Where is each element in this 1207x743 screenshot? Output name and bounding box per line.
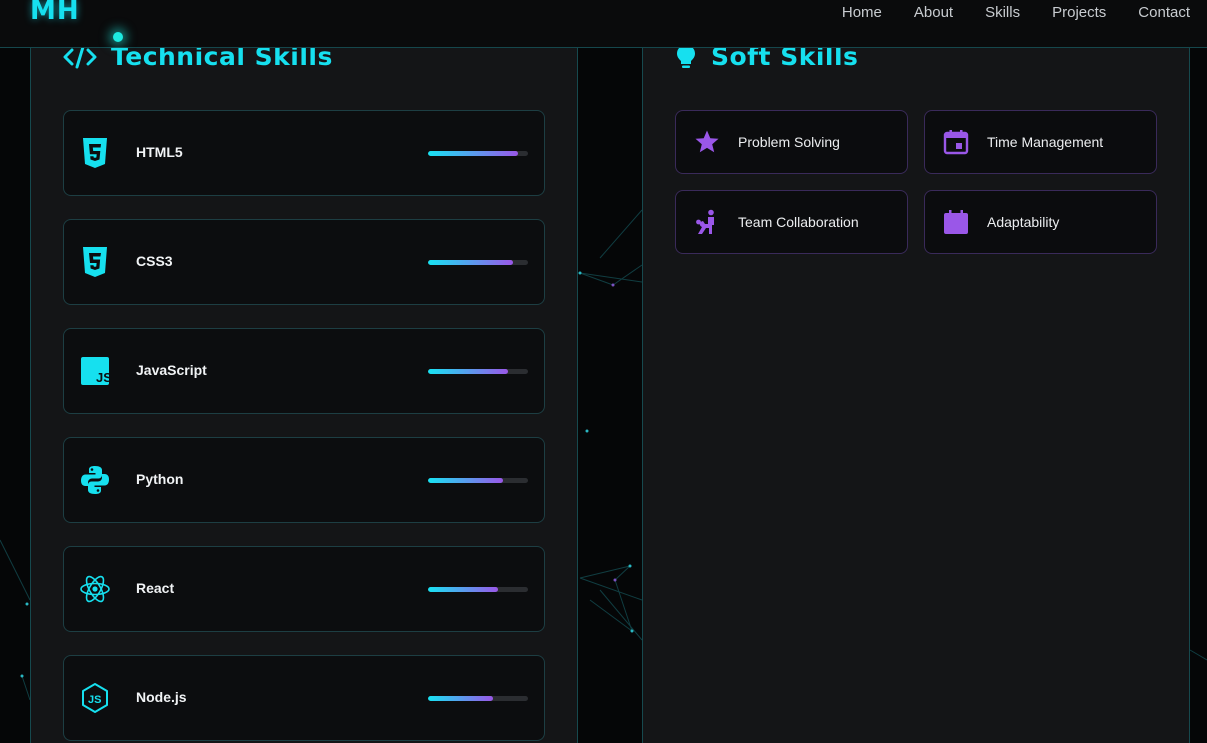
- javascript-icon: JS: [81, 357, 110, 385]
- soft-skills-panel: Soft Skills Problem Solving Time Managem…: [642, 42, 1190, 743]
- site-logo[interactable]: MH: [30, 0, 80, 26]
- soft-skill-time-management[interactable]: Time Management: [924, 110, 1157, 174]
- nodejs-icon: JS: [82, 683, 108, 713]
- skill-progress-fill: [428, 478, 503, 483]
- skill-name: Node.js: [136, 689, 187, 705]
- skill-card-python[interactable]: Python: [63, 437, 545, 523]
- svg-text:JS: JS: [88, 694, 101, 706]
- nav-about[interactable]: About: [914, 4, 953, 21]
- skill-card-nodejs[interactable]: JS Node.js: [63, 655, 545, 741]
- glow-dot: [113, 32, 123, 42]
- react-icon: [80, 575, 110, 603]
- skill-progress-fill: [428, 151, 518, 156]
- nav-home[interactable]: Home: [842, 4, 882, 21]
- nav-projects[interactable]: Projects: [1052, 4, 1106, 21]
- skill-progress-fill: [428, 696, 493, 701]
- skill-progress-fill: [428, 369, 508, 374]
- skill-card-react[interactable]: React: [63, 546, 545, 632]
- svg-text:JS: JS: [96, 370, 110, 385]
- skill-progress-fill: [428, 260, 513, 265]
- soft-skill-name: Adaptability: [987, 214, 1060, 230]
- skill-name: Python: [136, 471, 184, 487]
- top-navbar: MH Home About Skills Projects Contact: [0, 0, 1207, 48]
- skill-name: HTML5: [136, 144, 183, 160]
- html5-icon: [83, 138, 107, 168]
- calendar-blank-icon: [944, 210, 968, 234]
- team-icon: [696, 209, 714, 234]
- technical-skills-panel: Technical Skills HTML5 CSS3 JS JavaScrip…: [30, 42, 578, 743]
- nav-contact[interactable]: Contact: [1138, 4, 1190, 21]
- soft-skill-name: Team Collaboration: [738, 214, 859, 230]
- skill-name: JavaScript: [136, 362, 207, 378]
- soft-skill-team-collaboration[interactable]: Team Collaboration: [675, 190, 908, 254]
- skill-card-css3[interactable]: CSS3: [63, 219, 545, 305]
- skill-progress-bar: [428, 478, 528, 483]
- star-icon: [695, 130, 719, 153]
- skill-progress-bar: [428, 369, 528, 374]
- nav-skills[interactable]: Skills: [985, 4, 1020, 21]
- skill-progress-bar: [428, 587, 528, 592]
- soft-skill-adaptability[interactable]: Adaptability: [924, 190, 1157, 254]
- skill-card-javascript[interactable]: JS JavaScript: [63, 328, 545, 414]
- skill-progress-fill: [428, 587, 498, 592]
- skill-progress-bar: [428, 151, 528, 156]
- css3-icon: [83, 247, 107, 277]
- skill-progress-bar: [428, 696, 528, 701]
- soft-skill-name: Time Management: [987, 134, 1104, 150]
- main-nav: Home About Skills Projects Contact: [810, 4, 1190, 21]
- calendar-icon: [943, 130, 969, 155]
- skill-card-html5[interactable]: HTML5: [63, 110, 545, 196]
- skill-name: React: [136, 580, 175, 596]
- python-icon: [81, 466, 109, 494]
- soft-skill-name: Problem Solving: [738, 134, 840, 150]
- skill-name: CSS3: [136, 253, 173, 269]
- skill-progress-bar: [428, 260, 528, 265]
- soft-skill-problem-solving[interactable]: Problem Solving: [675, 110, 908, 174]
